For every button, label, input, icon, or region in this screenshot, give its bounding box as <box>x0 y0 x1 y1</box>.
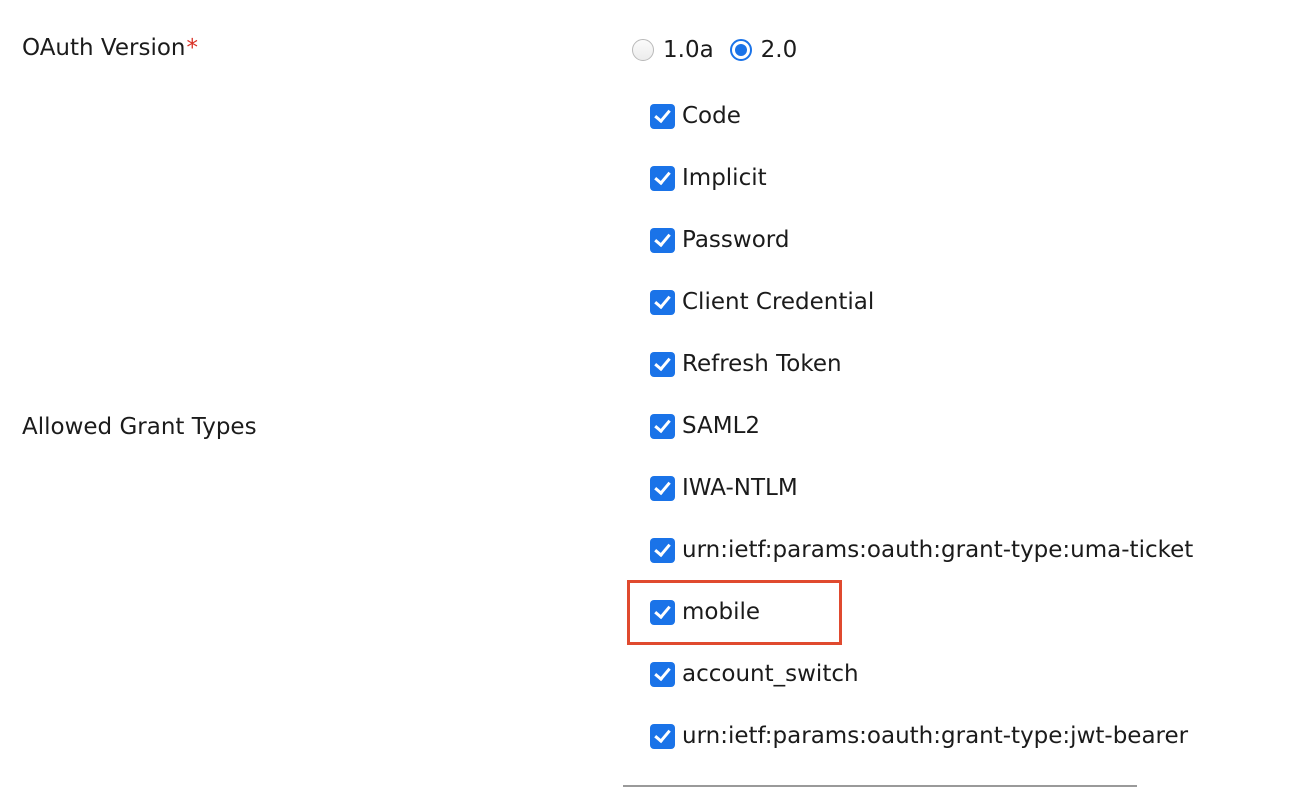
oauth-version-option-2-0[interactable]: 2.0 <box>729 35 798 65</box>
checkbox-saml2[interactable] <box>650 413 675 439</box>
checkbox-jwt-bearer[interactable] <box>650 723 675 749</box>
grant-type-client-credential[interactable]: Client Credential <box>650 286 874 318</box>
grant-type-uma-ticket[interactable]: urn:ietf:params:oauth:grant-type:uma-tic… <box>650 534 1193 566</box>
grant-type-refresh-token[interactable]: Refresh Token <box>650 348 842 380</box>
radio-1-0a-label: 1.0a <box>663 37 714 63</box>
checkbox-refresh-token[interactable] <box>650 351 675 377</box>
checkbox-password[interactable] <box>650 227 675 253</box>
checkbox-account-switch[interactable] <box>650 661 675 687</box>
grant-type-password[interactable]: Password <box>650 224 789 256</box>
grant-type-saml2[interactable]: SAML2 <box>650 410 760 442</box>
grant-type-iwa-ntlm[interactable]: IWA-NTLM <box>650 472 798 504</box>
checkbox-client-credential[interactable] <box>650 289 675 315</box>
oauth-version-radio-group: 1.0a 2.0 <box>632 34 813 66</box>
grant-type-jwt-bearer-label: urn:ietf:params:oauth:grant-type:jwt-bea… <box>682 723 1189 749</box>
grant-type-implicit-label: Implicit <box>682 165 767 191</box>
grant-type-saml2-label: SAML2 <box>682 413 761 439</box>
grant-type-account-switch-label: account_switch <box>682 661 859 687</box>
grant-type-jwt-bearer[interactable]: urn:ietf:params:oauth:grant-type:jwt-bea… <box>650 720 1188 752</box>
grant-type-code[interactable]: Code <box>650 100 741 132</box>
oauth-version-option-1-0a[interactable]: 1.0a <box>632 35 714 65</box>
mobile-highlight-box <box>627 580 842 645</box>
divider-line <box>623 785 1137 787</box>
grant-type-password-label: Password <box>682 227 790 253</box>
grant-type-code-label: Code <box>682 103 741 129</box>
radio-1-0a[interactable] <box>632 39 654 61</box>
grant-type-refresh-token-label: Refresh Token <box>682 351 842 377</box>
checkbox-code[interactable] <box>650 103 675 129</box>
grant-type-uma-ticket-label: urn:ietf:params:oauth:grant-type:uma-tic… <box>682 537 1194 563</box>
checkbox-uma-ticket[interactable] <box>650 537 675 563</box>
oauth-version-label: OAuth Version* <box>22 33 198 63</box>
radio-2-0[interactable] <box>729 39 752 61</box>
oauth-version-label-text: OAuth Version <box>22 35 186 61</box>
radio-2-0-label: 2.0 <box>760 37 798 63</box>
grant-type-iwa-ntlm-label: IWA-NTLM <box>682 475 798 501</box>
grant-type-implicit[interactable]: Implicit <box>650 162 767 194</box>
required-asterisk: * <box>186 35 199 61</box>
checkbox-iwa-ntlm[interactable] <box>650 475 675 501</box>
allowed-grant-types-label: Allowed Grant Types <box>22 414 257 440</box>
grant-type-account-switch[interactable]: account_switch <box>650 658 859 690</box>
checkbox-implicit[interactable] <box>650 165 675 191</box>
grant-type-client-credential-label: Client Credential <box>682 289 875 315</box>
